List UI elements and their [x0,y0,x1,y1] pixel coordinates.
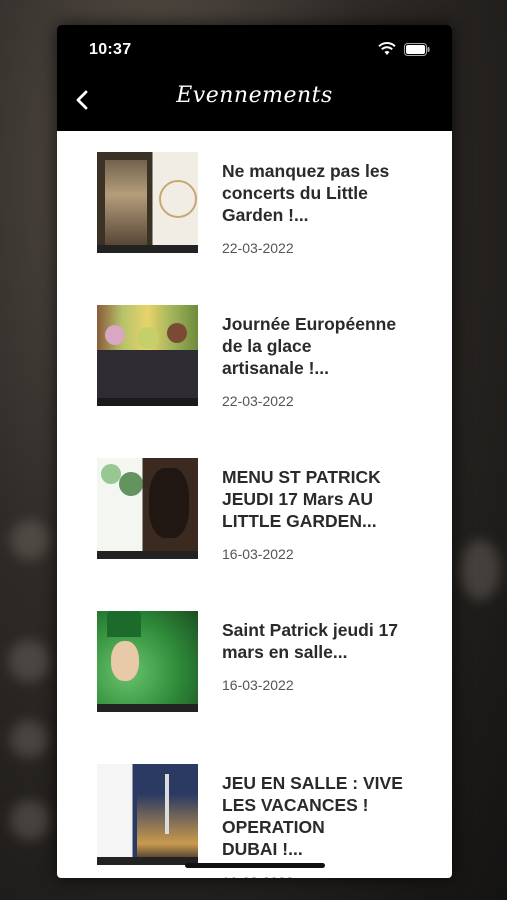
event-title: Ne manquez pas les concerts du Little Ga… [222,161,390,225]
event-title: Journée Européenne de la glace artisanal… [222,314,397,378]
list-item[interactable]: Ne manquez pas les concerts du Little Ga… [57,131,452,284]
event-thumbnail [97,305,198,406]
event-date: 16-03-2022 [222,874,403,878]
list-item[interactable]: MENU ST PATRICK JEUDI 17 Mars AU LITTLE … [57,437,452,590]
page-title: Evennements [176,83,333,108]
event-title: JEU EN SALLE : VIVE LES VACANCES ! OPERA… [222,773,403,859]
events-list: Ne manquez pas les concerts du Little Ga… [57,131,452,878]
event-date: 22-03-2022 [222,393,294,409]
event-title: MENU ST PATRICK JEUDI 17 Mars AU LITTLE … [222,467,381,531]
event-thumbnail [97,152,198,253]
battery-icon [404,42,430,61]
event-title: Saint Patrick jeudi 17 mars en salle... [222,620,399,662]
status-icons [378,42,430,61]
event-date: 16-03-2022 [222,546,294,562]
event-thumbnail [97,611,198,712]
list-item[interactable]: Saint Patrick jeudi 17 mars en salle... … [57,590,452,743]
list-item[interactable]: Journée Européenne de la glace artisanal… [57,284,452,437]
event-date: 22-03-2022 [222,240,294,256]
list-item[interactable]: JEU EN SALLE : VIVE LES VACANCES ! OPERA… [57,743,452,878]
event-thumbnail [97,458,198,559]
status-time: 10:37 [89,41,132,58]
event-date: 16-03-2022 [222,677,294,693]
wifi-icon [378,42,396,61]
event-thumbnail [97,764,198,865]
home-indicator[interactable] [185,863,325,868]
phone-screen: 10:37 Evennements Ne manquez pas les con… [57,25,452,878]
navigation-bar: 10:37 Evennements [57,25,452,131]
